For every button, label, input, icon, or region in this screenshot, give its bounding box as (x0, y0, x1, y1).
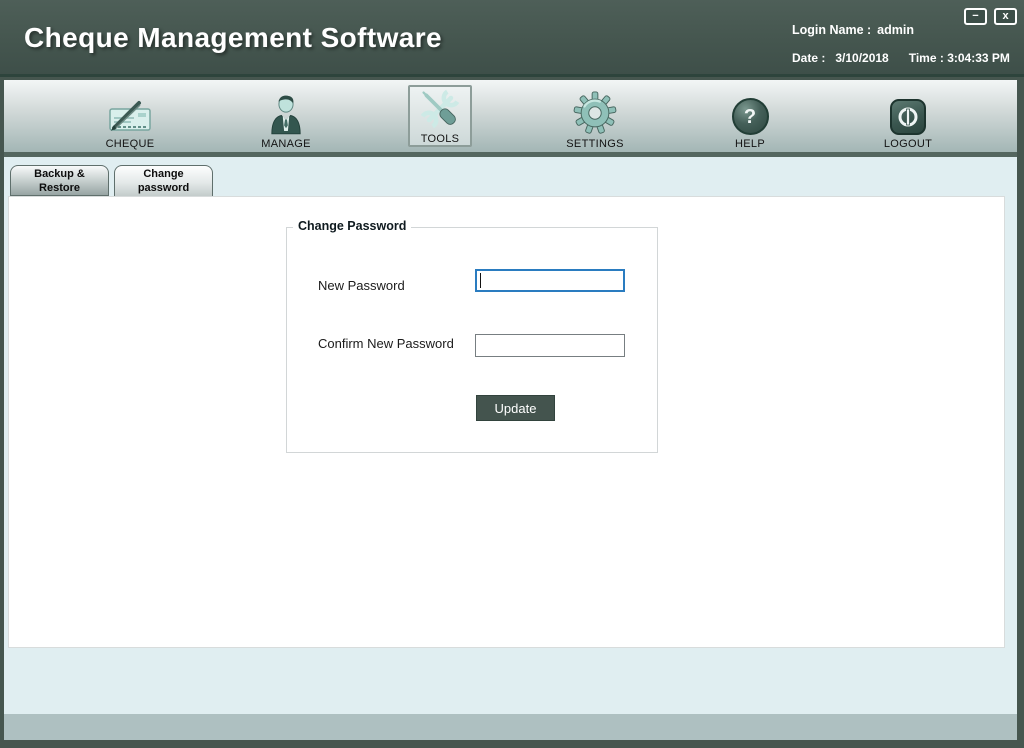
toolbar-label-tools: TOOLS (421, 133, 460, 145)
toolbar-item-logout[interactable]: LOGOUT (863, 86, 953, 150)
new-password-label: New Password (318, 278, 405, 293)
toolbar-label-settings: SETTINGS (566, 138, 623, 150)
toolbar-item-help[interactable]: ? HELP (705, 86, 795, 150)
help-icon: ? (732, 98, 769, 135)
tab-change-line1: Change (143, 167, 183, 181)
toolbar-item-cheque[interactable]: CHEQUE (85, 86, 175, 150)
confirm-password-label: Confirm New Password (318, 336, 454, 351)
manage-icon (269, 93, 303, 135)
toolbar-item-manage[interactable]: MANAGE (241, 86, 331, 150)
time-value: Time : 3:04:33 PM (909, 51, 1010, 65)
toolbar-label-manage: MANAGE (261, 138, 310, 150)
toolbar-label-help: HELP (735, 138, 765, 150)
login-label: Login Name : (792, 23, 871, 37)
cheque-icon (107, 97, 153, 135)
toolbar-label-cheque: CHEQUE (106, 138, 155, 150)
date-value: 3/10/2018 (835, 51, 888, 65)
login-info: Login Name : admin (792, 23, 914, 37)
help-glyph: ? (744, 107, 756, 127)
text-caret (480, 273, 481, 288)
toolbar-item-settings[interactable]: SETTINGS (550, 86, 640, 150)
tab-change-line2: password (138, 181, 189, 195)
tab-change-password[interactable]: Change password (114, 165, 213, 196)
change-password-groupbox: Change Password New Password Confirm New… (286, 227, 658, 453)
update-button[interactable]: Update (476, 395, 555, 421)
title-bar: Cheque Management Software − x Login Nam… (0, 0, 1024, 77)
settings-icon (573, 91, 617, 135)
tab-backup-restore[interactable]: Backup & Restore (10, 165, 109, 196)
date-label: Date : (792, 51, 825, 65)
app-window: Cheque Management Software − x Login Nam… (0, 0, 1024, 748)
main-toolbar: CHEQUE MANAGE (4, 80, 1017, 157)
login-value: admin (877, 23, 914, 37)
datetime-info: Date : 3/10/2018 Time : 3:04:33 PM (792, 51, 1010, 65)
tab-backup-line1: Backup & (34, 167, 85, 181)
tab-backup-line2: Restore (39, 181, 80, 195)
logout-icon (890, 99, 926, 135)
new-password-input[interactable] (475, 269, 625, 292)
groupbox-title: Change Password (293, 219, 411, 233)
minimize-button[interactable]: − (964, 8, 987, 25)
toolbar-label-logout: LOGOUT (884, 138, 932, 150)
app-title: Cheque Management Software (24, 22, 442, 54)
close-button[interactable]: x (994, 8, 1017, 25)
content-panel: Change Password New Password Confirm New… (8, 196, 1005, 648)
confirm-password-input[interactable] (475, 334, 625, 357)
bottom-band (4, 714, 1017, 740)
toolbar-item-tools[interactable]: TOOLS (408, 85, 472, 147)
tools-icon (418, 88, 462, 130)
